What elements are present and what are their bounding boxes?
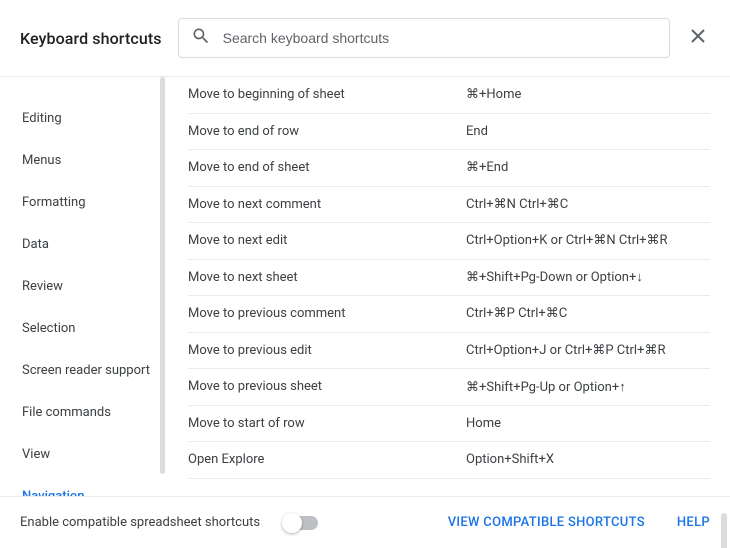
keyboard-shortcuts-dialog: Keyboard shortcuts Editing Menus Formattin… (0, 0, 730, 548)
shortcut-row: Move to previous commentCtrl+⌘P Ctrl+⌘C (188, 296, 710, 333)
shortcut-row: Open ExploreOption+Shift+X (188, 442, 710, 479)
shortcut-description: Move to next comment (188, 197, 466, 212)
sidebar-item-label: View (22, 447, 50, 462)
shortcut-description: Move to next edit (188, 233, 466, 248)
sidebar-item-file-commands[interactable]: File commands (0, 391, 178, 433)
shortcut-keys: Home (466, 416, 710, 431)
shortcut-description: Move to next sheet (188, 270, 466, 285)
shortcut-keys: ⌘+Home (466, 87, 710, 102)
shortcut-row: Move to previous editCtrl+Option+J or Ct… (188, 333, 710, 370)
compat-toggle-label: Enable compatible spreadsheet shortcuts (20, 515, 260, 530)
shortcut-keys: Ctrl+Option+K or Ctrl+⌘N Ctrl+⌘R (466, 233, 710, 248)
sidebar-item-label: Editing (22, 111, 62, 126)
sidebar-item-screen-reader-support[interactable]: Screen reader support (0, 349, 178, 391)
shortcut-keys: Ctrl+Option+J or Ctrl+⌘P Ctrl+⌘R (466, 343, 710, 358)
content-scrollbar[interactable] (721, 513, 727, 548)
shortcuts-list[interactable]: Move to beginning of sheet⌘+HomeMove to … (178, 77, 730, 496)
shortcut-keys: Ctrl+⌘P Ctrl+⌘C (466, 306, 710, 321)
search-input[interactable] (223, 30, 657, 46)
sidebar-item-view[interactable]: View (0, 433, 178, 475)
shortcut-description: Move to start of row (188, 416, 466, 431)
close-icon (690, 28, 706, 48)
sidebar-item-label: Data (22, 237, 49, 252)
sidebar-item-label: Selection (22, 321, 75, 336)
sidebar-item-label: File commands (22, 405, 111, 420)
shortcut-keys: End (466, 124, 710, 139)
category-sidebar[interactable]: Editing Menus Formatting Data Review Selectio… (0, 77, 178, 496)
shortcut-row: Move to end of rowEnd (188, 114, 710, 151)
shortcut-description: Move to previous edit (188, 343, 466, 358)
sidebar-item-label: Screen reader support (22, 363, 150, 378)
shortcut-row: Move to next commentCtrl+⌘N Ctrl+⌘C (188, 187, 710, 224)
shortcut-keys: Option+Shift+X (466, 452, 710, 467)
shortcut-row: Move to previous sheet⌘+Shift+Pg-Up or O… (188, 369, 710, 406)
sidebar-item-formatting[interactable]: Formatting (0, 181, 178, 223)
search-icon (191, 26, 211, 50)
search-field[interactable] (178, 18, 670, 58)
shortcut-description: Move to previous sheet (188, 379, 466, 394)
close-button[interactable] (686, 26, 710, 50)
shortcut-description: Move to beginning of sheet (188, 87, 466, 102)
shortcut-row: Move to end of sheet⌘+End (188, 150, 710, 187)
shortcut-description: Move to end of row (188, 124, 466, 139)
shortcut-keys: ⌘+Shift+Pg-Up or Option+↑ (466, 379, 710, 395)
shortcut-row: Move to next sheet⌘+Shift+Pg-Down or Opt… (188, 260, 710, 297)
shortcut-keys: Ctrl+⌘N Ctrl+⌘C (466, 197, 710, 212)
sidebar-item-label: Formatting (22, 195, 86, 210)
shortcut-keys: ⌘+End (466, 160, 710, 175)
help-button[interactable]: HELP (677, 515, 710, 530)
shortcut-row: Move to next editCtrl+Option+K or Ctrl+⌘… (188, 223, 710, 260)
sidebar-scrollbar[interactable] (160, 77, 165, 474)
sidebar-item-navigation[interactable]: Navigation (0, 475, 178, 496)
dialog-body: Editing Menus Formatting Data Review Selectio… (0, 77, 730, 496)
sidebar-item-selection[interactable]: Selection (0, 307, 178, 349)
sidebar-item-data[interactable]: Data (0, 223, 178, 265)
dialog-header: Keyboard shortcuts (0, 0, 730, 76)
shortcut-description: Open Explore (188, 452, 466, 467)
sidebar-item-menus[interactable]: Menus (0, 139, 178, 181)
sidebar-item-label: Navigation (22, 489, 85, 497)
sidebar-item-label: Review (22, 279, 63, 294)
sidebar-item-editing[interactable]: Editing (0, 97, 178, 139)
shortcut-description: Move to end of sheet (188, 160, 466, 175)
shortcut-keys: ⌘+Shift+Pg-Down or Option+↓ (466, 269, 710, 285)
dialog-footer: Enable compatible spreadsheet shortcuts … (0, 496, 730, 548)
shortcut-row: Move to start of rowHome (188, 406, 710, 443)
dialog-title: Keyboard shortcuts (20, 29, 162, 48)
sidebar-item-review[interactable]: Review (0, 265, 178, 307)
sidebar-item-label: Menus (22, 153, 61, 168)
shortcut-row: Move to beginning of sheet⌘+Home (188, 77, 710, 114)
shortcut-description: Move to previous comment (188, 306, 466, 321)
view-compatible-button[interactable]: VIEW COMPATIBLE SHORTCUTS (448, 515, 645, 530)
compat-toggle[interactable] (284, 516, 318, 530)
